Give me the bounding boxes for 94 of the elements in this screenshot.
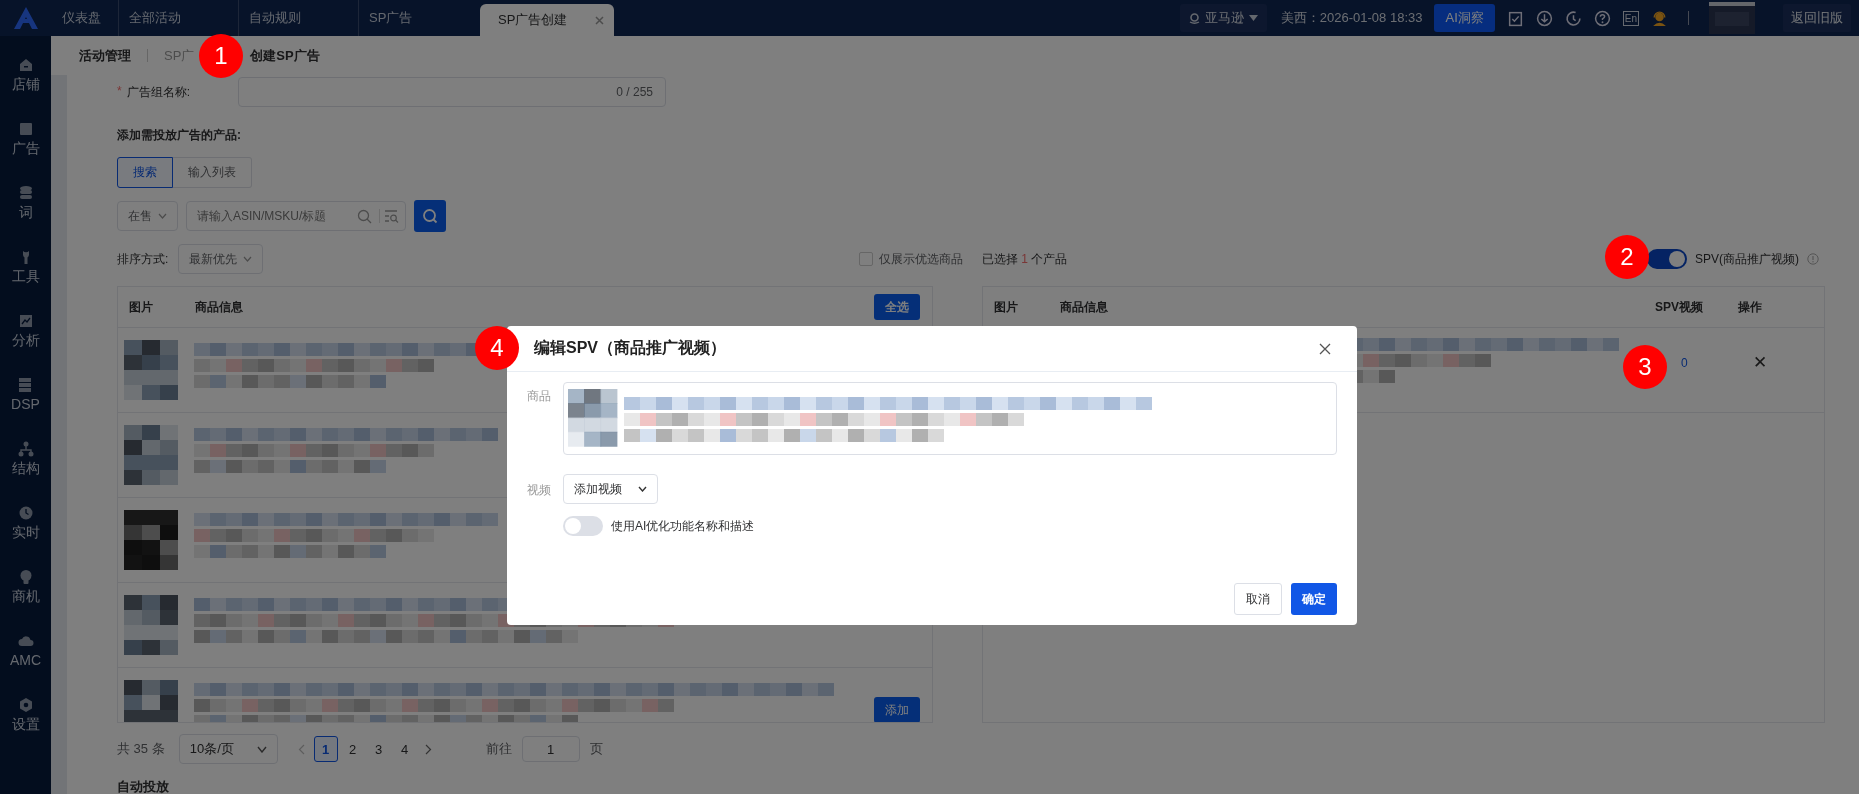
clock-text: 美西：2026-01-08 18:33 <box>1280 9 1423 27</box>
hierarchy-icon <box>17 441 34 457</box>
char-count: 0 / 255 <box>616 85 653 99</box>
database-icon <box>17 185 34 201</box>
logo-icon <box>14 7 38 29</box>
section-label: 添加需投放广告的产品: <box>117 127 242 144</box>
headset-icon[interactable] <box>1651 9 1668 27</box>
page-button[interactable]: 4 <box>393 737 416 761</box>
tab[interactable]: SP广告创建 <box>480 4 615 36</box>
info-icon[interactable] <box>1807 253 1819 265</box>
mode-tab[interactable]: 搜索 <box>117 157 173 188</box>
column-header: 商品信息 <box>195 298 243 316</box>
page-button[interactable]: 2 <box>341 737 364 761</box>
store-icon <box>17 57 34 73</box>
chart-icon <box>17 313 34 329</box>
field-label: 商品 <box>527 388 552 405</box>
search-icon <box>422 208 438 224</box>
sidebar-item[interactable]: 商机 <box>11 569 40 619</box>
cancel-button[interactable]: 取消 <box>1234 583 1282 615</box>
page-button[interactable]: 3 <box>367 737 390 761</box>
section-title: 自动投放 <box>117 778 170 794</box>
checkbox[interactable] <box>859 252 873 266</box>
status-select[interactable]: 在售 <box>117 201 178 231</box>
download-icon[interactable] <box>1535 9 1553 27</box>
search-field[interactable]: 请输入ASIN/MSKU/标题 <box>186 201 406 231</box>
sidebar-item[interactable]: AMC <box>9 633 42 683</box>
clipboard-check-icon[interactable] <box>1506 9 1524 27</box>
page-suffix: 页 <box>589 740 603 758</box>
sort-label: 排序方式: <box>117 250 169 268</box>
selected-count-text: 已选择 1 个产品 <box>982 250 1068 268</box>
square-icon <box>17 121 34 137</box>
remove-button[interactable]: ✕ <box>1753 352 1767 373</box>
video-select[interactable]: 添加视频 <box>563 474 658 504</box>
field-label: 广告组名称: <box>126 83 190 101</box>
marketplace-select[interactable]: 亚马逊 <box>1179 4 1267 32</box>
spv-count-link[interactable]: 0 <box>1681 356 1688 370</box>
chevron-icon <box>243 256 253 262</box>
prev-page-icon[interactable] <box>297 743 305 755</box>
toggle-switch[interactable] <box>563 516 603 536</box>
total-count: 共 35 条 <box>117 740 165 758</box>
caret-icon <box>1248 15 1258 21</box>
confirm-button[interactable]: 确定 <box>1291 583 1337 615</box>
add-button[interactable]: 添加 <box>874 697 920 722</box>
sidebar-item[interactable]: 结构 <box>11 441 40 491</box>
close-icon[interactable] <box>1319 342 1331 355</box>
required-mark: * <box>117 83 122 100</box>
back-button[interactable]: 返回旧版 <box>1783 4 1851 32</box>
sidebar-item[interactable]: 词 <box>17 185 34 235</box>
column-header: 操作 <box>1738 298 1762 316</box>
bulb-icon <box>17 569 34 585</box>
column-header: SPV视频 <box>1655 298 1703 316</box>
history-icon[interactable] <box>1564 9 1582 27</box>
sidebar-item[interactable]: 店铺 <box>11 57 40 107</box>
hexagon-icon <box>17 697 34 713</box>
page-size-select[interactable]: 10条/页 <box>178 734 278 764</box>
breadcrumb-link[interactable]: 活动管理 <box>79 46 131 65</box>
help-icon[interactable] <box>1593 9 1611 27</box>
smile-icon <box>1188 12 1200 24</box>
tab[interactable]: 仪表盘 <box>52 0 118 36</box>
sort-select[interactable]: 最新优先 <box>178 244 264 274</box>
toggle-label: SPV(商品推广视频) <box>1695 250 1799 268</box>
sidebar-item[interactable]: 实时 <box>11 505 40 555</box>
sidebar-item[interactable]: 设置 <box>11 697 40 747</box>
clock-icon <box>17 505 34 521</box>
chevron-icon <box>158 213 167 219</box>
chevron-icon <box>638 486 647 492</box>
select-all-button[interactable]: 全选 <box>874 294 920 320</box>
toggle-label: 使用AI优化功能名称和描述 <box>611 517 755 535</box>
sidebar-item[interactable]: 广告 <box>11 121 40 171</box>
column-header: 图片 <box>994 298 1018 316</box>
checkbox-label: 仅展示优选商品 <box>879 250 963 268</box>
mode-tab[interactable]: 输入列表 <box>173 157 252 188</box>
column-header: 图片 <box>129 298 153 316</box>
language-button[interactable]: En <box>1622 10 1639 26</box>
column-header: 商品信息 <box>1060 298 1108 316</box>
ai-button[interactable]: AI洞察 <box>1434 4 1495 32</box>
search-button[interactable] <box>414 200 446 232</box>
input-field[interactable]: 0 / 255 <box>238 77 666 107</box>
sidebar-item[interactable]: 工具 <box>11 249 40 299</box>
toggle-switch[interactable] <box>1647 249 1687 269</box>
sidebar-item[interactable]: 分析 <box>11 313 40 363</box>
page-input[interactable]: 1 <box>521 736 580 762</box>
cloud-icon <box>17 633 34 649</box>
goto-label: 前往 <box>485 740 512 758</box>
dialog-title: 编辑SPV（商品推广视频） <box>534 338 726 358</box>
page-button[interactable]: 1 <box>313 736 338 762</box>
search-icon[interactable] <box>357 209 372 224</box>
breadcrumb-current: 创建SP广告 <box>250 46 320 65</box>
chevron-icon <box>256 745 267 753</box>
field-label: 视频 <box>527 482 552 499</box>
filter-list-icon[interactable] <box>384 209 399 223</box>
sidebar-item[interactable]: DSP <box>11 377 40 427</box>
server-icon <box>17 377 34 393</box>
next-page-icon[interactable] <box>424 743 432 755</box>
